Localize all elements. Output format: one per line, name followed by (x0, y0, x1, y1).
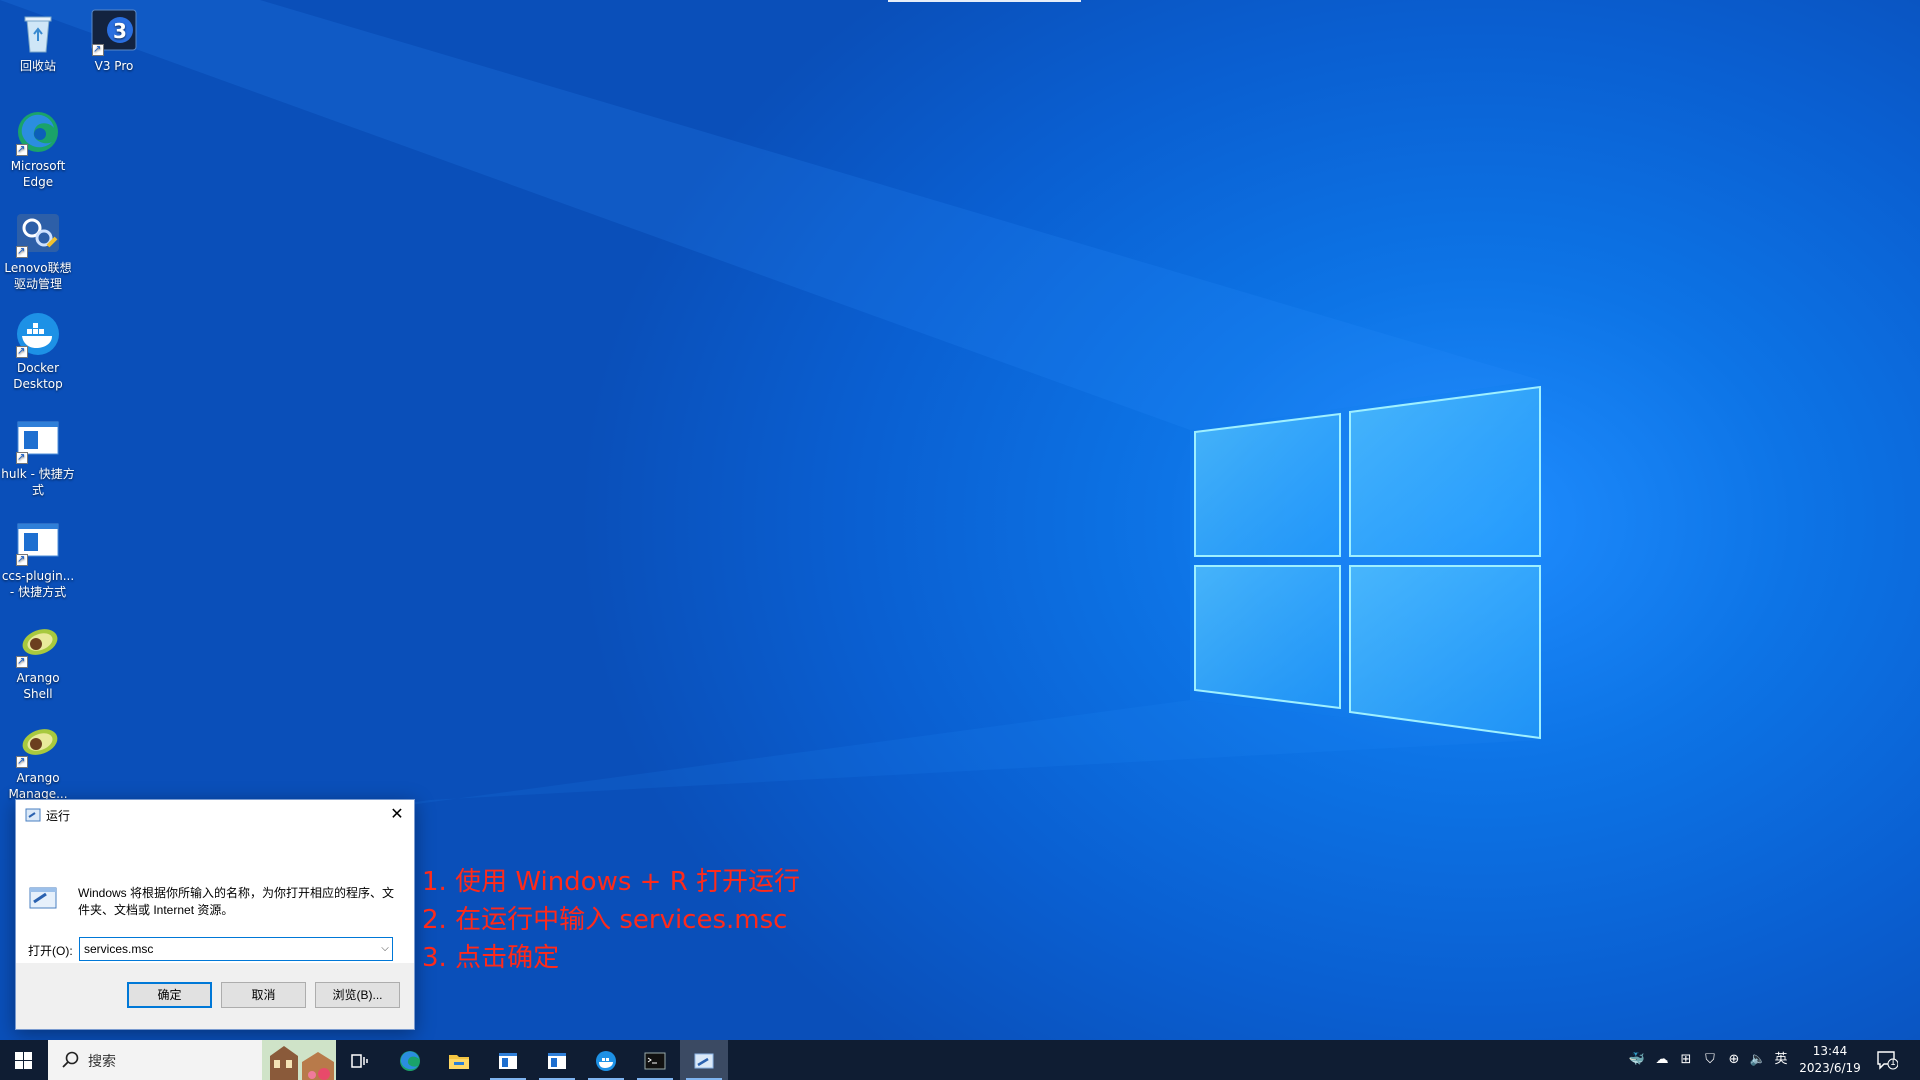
desktop-icon-label: Arango Shell (16, 671, 60, 701)
folder-icon (449, 1055, 469, 1069)
taskbar-task-view[interactable] (336, 1040, 384, 1080)
terminal-icon (644, 1052, 666, 1070)
desktop-icon-label: Arango Manage... (8, 771, 68, 801)
windows-logo-icon (15, 1052, 32, 1069)
desktop-icon-v3-pro[interactable]: 3 V3 Pro (76, 8, 152, 74)
start-button[interactable] (0, 1040, 48, 1080)
security-red-icon[interactable]: ⊞ (1677, 1051, 1695, 1069)
annotation-step-3: 3. 点击确定 (422, 943, 560, 973)
run-dialog-title: 运行 (46, 809, 71, 823)
lenovo-driver-icon (14, 210, 62, 260)
shortcut-arrow-icon (16, 552, 28, 568)
desktop-icon-recycle-bin[interactable]: 回收站 (0, 8, 76, 74)
annotation-step-2: 2. 在运行中输入 services.msc (422, 905, 788, 935)
recycle-bin-icon (14, 8, 62, 56)
run-program-icon (29, 887, 57, 909)
desktop-icon-microsoft-edge[interactable]: Microsoft Edge (0, 108, 76, 190)
taskbar-terminal[interactable] (631, 1040, 679, 1080)
taskbar-app-window-1[interactable] (484, 1040, 532, 1080)
window-app-icon (14, 416, 62, 466)
desktop-icon-label: ccs-plugin... - 快捷方式 (1, 569, 75, 599)
v3-pro-icon: 3 (90, 8, 138, 58)
docker-tray-icon[interactable]: 🐳 (1628, 1051, 1646, 1069)
notification-count: 1 (1890, 1058, 1896, 1068)
ok-button[interactable]: 确定 (127, 982, 212, 1008)
search-icon (62, 1051, 79, 1068)
run-dialog: 运行 ✕ Windows 将根据你所输入的名称，为你打开相应的程序、文件夹、文档… (15, 799, 415, 1030)
shortcut-arrow-icon (16, 654, 28, 670)
open-label: 打开(O): (28, 944, 73, 958)
taskbar-run[interactable] (680, 1040, 728, 1080)
chevron-down-icon[interactable]: ⌵ (378, 940, 392, 958)
docker-icon (596, 1051, 616, 1071)
desktop-icon-label: V3 Pro (94, 59, 134, 73)
taskbar: 搜索 🐳 ☁ ⊞ ⛉ ⊕ 🔈 英 13:44 2023/6/19 1 (0, 1040, 1920, 1080)
desktop-icon-arango-manager[interactable]: Arango Manage... (0, 720, 76, 802)
docker-icon (14, 310, 62, 360)
window-app-icon (499, 1053, 517, 1069)
clock-date: 2023/6/19 (1799, 1061, 1861, 1075)
desktop-icon-docker-desktop[interactable]: Docker Desktop (0, 310, 76, 392)
edge-icon (14, 108, 62, 158)
desktop: 回收站 3 V3 Pro Microsoft Edge Lenovo联想驱动管理… (0, 0, 1920, 1040)
desktop-icon-arango-shell[interactable]: Arango Shell (0, 620, 76, 702)
cloud-offline-icon[interactable]: ☁ (1653, 1051, 1671, 1069)
search-highlight-image (262, 1040, 336, 1080)
clock[interactable]: 13:44 2023/6/19 (1790, 1043, 1870, 1077)
shortcut-arrow-icon (92, 42, 104, 58)
open-input[interactable] (79, 937, 393, 961)
shortcut-arrow-icon (16, 244, 28, 260)
run-dialog-description: Windows 将根据你所输入的名称，为你打开相应的程序、文件夹、文档或 Int… (78, 886, 395, 917)
run-icon (25, 808, 41, 822)
edge-icon (400, 1051, 420, 1071)
notification-center-button[interactable]: 1 (1876, 1050, 1899, 1070)
run-dialog-titlebar[interactable]: 运行 ✕ (16, 800, 414, 830)
taskbar-file-explorer[interactable] (435, 1040, 483, 1080)
clock-time: 13:44 (1812, 1044, 1848, 1058)
search-placeholder: 搜索 (88, 1054, 116, 1070)
window-app-icon (548, 1053, 566, 1069)
desktop-icon-label: Docker Desktop (13, 361, 63, 391)
shortcut-arrow-icon (16, 450, 28, 466)
svg-text:3: 3 (113, 19, 127, 43)
cancel-button[interactable]: 取消 (221, 982, 306, 1008)
task-view-icon (351, 1054, 368, 1068)
taskbar-edge[interactable] (386, 1040, 434, 1080)
browse-button[interactable]: 浏览(B)... (315, 982, 400, 1008)
ime-indicator[interactable]: 英 (1772, 1051, 1790, 1069)
shortcut-arrow-icon (16, 344, 28, 360)
close-button[interactable]: ✕ (380, 800, 414, 830)
window-app-icon (14, 518, 62, 568)
taskbar-app-window-2[interactable] (533, 1040, 581, 1080)
shield-icon[interactable]: ⛉ (1701, 1051, 1719, 1069)
run-dialog-body: Windows 将根据你所输入的名称，为你打开相应的程序、文件夹、文档或 Int… (16, 830, 414, 963)
run-icon (694, 1053, 714, 1069)
volume-icon[interactable]: 🔈 (1749, 1051, 1767, 1069)
desktop-icon-hulk-shortcut[interactable]: hulk - 快捷方式 (0, 416, 76, 498)
avocado-icon (14, 720, 62, 770)
search-box[interactable]: 搜索 (48, 1040, 336, 1080)
network-icon[interactable]: ⊕ (1725, 1051, 1743, 1069)
avocado-icon (14, 620, 62, 670)
shortcut-arrow-icon (16, 142, 28, 158)
desktop-icon-label: Lenovo联想驱动管理 (4, 261, 72, 291)
desktop-icon-lenovo-driver[interactable]: Lenovo联想驱动管理 (0, 210, 76, 292)
annotation-step-1: 1. 使用 Windows + R 打开运行 (422, 867, 801, 897)
taskbar-docker[interactable] (582, 1040, 630, 1080)
desktop-icon-label: 回收站 (19, 59, 56, 73)
desktop-icon-ccs-plugin-shortcut[interactable]: ccs-plugin... - 快捷方式 (0, 518, 76, 600)
shortcut-arrow-icon (16, 754, 28, 770)
desktop-icon-label: hulk - 快捷方式 (1, 467, 75, 497)
desktop-icon-label: Microsoft Edge (10, 159, 66, 189)
